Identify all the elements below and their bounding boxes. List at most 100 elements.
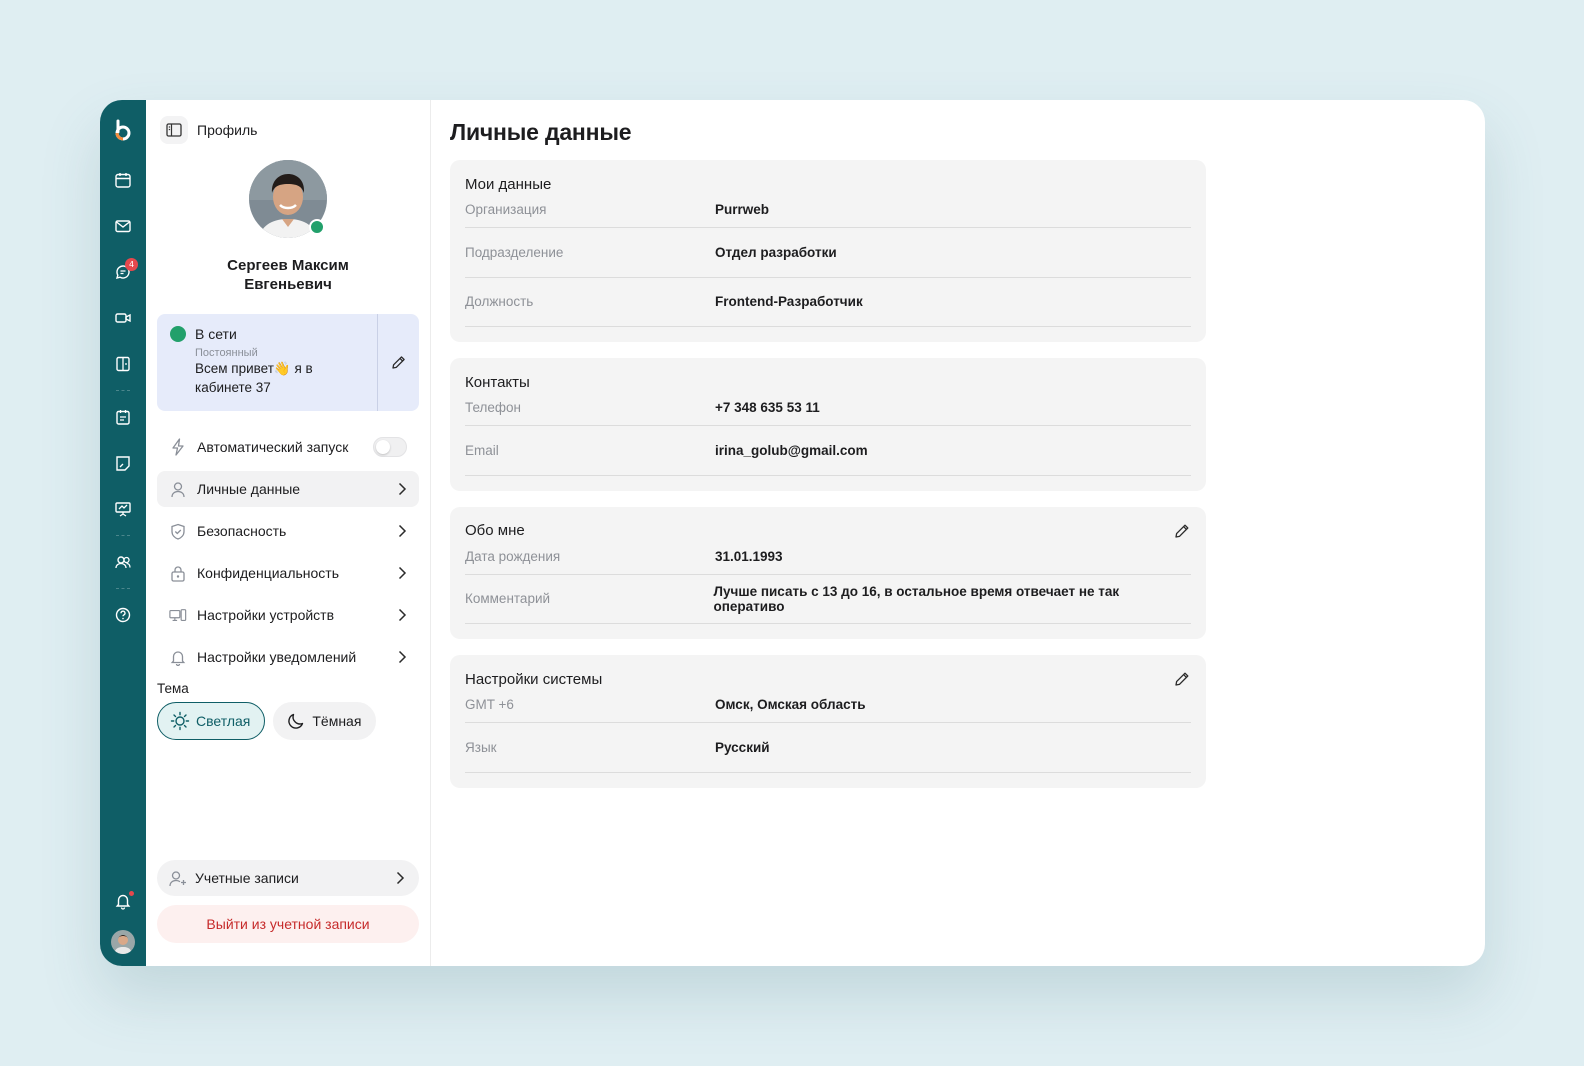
user-icon <box>169 480 187 498</box>
section-contacts: Контакты Телефон +7 348 635 53 11 Email … <box>450 358 1206 491</box>
sidebar-toggle-icon <box>166 123 182 137</box>
data-row: GMT +6 Омск, Омская область <box>465 689 1191 723</box>
section-my-data: Мои данные Организация Purrweb Подраздел… <box>450 160 1206 342</box>
menu-item-security[interactable]: Безопасность <box>157 513 419 549</box>
bell-icon <box>169 648 187 666</box>
app-logo[interactable] <box>110 117 136 143</box>
shield-icon <box>169 522 187 540</box>
field-label: Организация <box>465 202 547 217</box>
menu-item-label: Настройки устройств <box>197 607 335 623</box>
status-label: В сети <box>195 326 237 342</box>
rail-divider <box>116 535 130 536</box>
field-value: Purrweb <box>715 202 770 217</box>
menu-item-notification-settings[interactable]: Настройки уведомлений <box>157 639 419 675</box>
task-icon[interactable] <box>100 394 146 440</box>
theme-switcher: Светлая Тёмная <box>157 702 419 740</box>
profile-avatar[interactable] <box>249 160 327 238</box>
menu-item-label: Настройки уведомлений <box>197 649 357 665</box>
contacts-icon[interactable] <box>100 539 146 585</box>
accounts-label: Учетные записи <box>195 870 299 886</box>
moon-icon <box>288 713 304 729</box>
rail-divider <box>116 390 130 391</box>
app-rail: 4 <box>100 100 146 966</box>
field-value: irina_golub@gmail.com <box>715 442 868 458</box>
autostart-toggle[interactable] <box>373 437 407 457</box>
field-value: Омск, Омская область <box>715 697 866 712</box>
profile-panel: Профиль Сергеев Максим Евгеньевич В сети… <box>146 100 431 966</box>
theme-label: Тема <box>157 681 189 696</box>
theme-dark-button[interactable]: Тёмная <box>273 702 377 740</box>
field-label: GMT +6 <box>465 697 514 712</box>
rail-user-avatar[interactable] <box>111 930 135 954</box>
section-title: Мои данные <box>465 175 552 193</box>
field-label: Email <box>465 442 499 458</box>
notes-icon[interactable] <box>100 440 146 486</box>
video-icon[interactable] <box>100 295 146 341</box>
user-add-icon <box>169 869 187 887</box>
data-row: Организация Purrweb <box>465 194 1191 228</box>
edit-about-pencil-icon[interactable] <box>1173 522 1191 540</box>
app-window: 4 Профиль Сергеев Максим Евгеньевич В се… <box>100 100 1485 966</box>
status-type: Постоянный <box>195 347 258 359</box>
section-title: Настройки системы <box>465 670 603 688</box>
mail-icon[interactable] <box>100 203 146 249</box>
status-message: Всем привет👋 я в кабинете 37 <box>195 361 313 395</box>
status-indicator <box>170 326 186 342</box>
menu-item-autostart: Автоматический запуск <box>157 429 419 465</box>
lock-icon <box>169 564 187 582</box>
chevron-right-icon <box>396 871 405 885</box>
sun-icon <box>170 711 190 731</box>
field-label: Язык <box>465 739 497 755</box>
chevron-right-icon <box>398 650 407 664</box>
field-label: Комментарий <box>465 591 551 607</box>
section-about-me: Обо мне Дата рождения 31.01.1993 Коммент… <box>450 506 1206 639</box>
panel-title: Профиль <box>197 122 258 138</box>
chat-badge: 4 <box>125 258 138 271</box>
data-row: Телефон +7 348 635 53 11 <box>465 392 1191 426</box>
field-value: Отдел разработки <box>715 244 837 260</box>
field-label: Телефон <box>465 400 522 415</box>
status-card[interactable]: В сети Постоянный Всем привет👋 я в кабин… <box>157 314 419 411</box>
section-title: Контакты <box>465 373 530 391</box>
field-value: 31.01.1993 <box>715 548 783 564</box>
data-row: Язык Русский <box>465 723 1191 773</box>
menu-item-label: Безопасность <box>197 523 287 539</box>
chevron-right-icon <box>398 566 407 580</box>
chat-icon[interactable]: 4 <box>100 249 146 295</box>
field-value: +7 348 635 53 11 <box>715 400 820 415</box>
bolt-icon <box>169 438 187 456</box>
profile-menu: Автоматический запуск Личные данные Безо… <box>157 429 419 675</box>
logout-button[interactable]: Выйти из учетной записи <box>157 905 419 943</box>
menu-item-device-settings[interactable]: Настройки устройств <box>157 597 419 633</box>
field-value: Русский <box>715 739 770 755</box>
notifications-bell-icon[interactable] <box>100 878 146 924</box>
menu-item-personal-data[interactable]: Личные данные <box>157 471 419 507</box>
accounts-button[interactable]: Учетные записи <box>157 860 419 896</box>
edit-settings-pencil-icon[interactable] <box>1173 670 1191 688</box>
notification-dot <box>129 891 134 896</box>
presentation-icon[interactable] <box>100 486 146 532</box>
pencil-icon <box>392 356 405 369</box>
field-value: Лучше писать с 13 до 16, в остальное вре… <box>713 583 1120 614</box>
menu-item-label: Личные данные <box>197 481 301 497</box>
edit-status-button[interactable] <box>377 314 419 411</box>
help-icon[interactable] <box>100 592 146 638</box>
menu-item-label: Конфиденциальность <box>197 565 340 581</box>
menu-item-label: Автоматический запуск <box>197 439 349 455</box>
field-label: Подразделение <box>465 244 564 260</box>
section-title: Обо мне <box>465 522 525 539</box>
page-title: Личные данные <box>450 119 632 145</box>
data-row: Подразделение Отдел разработки <box>465 228 1191 278</box>
menu-item-privacy[interactable]: Конфиденциальность <box>157 555 419 591</box>
chevron-right-icon <box>398 608 407 622</box>
calendar-icon[interactable] <box>100 157 146 203</box>
chevron-right-icon <box>398 482 407 496</box>
online-status-dot <box>309 219 325 235</box>
theme-dark-label: Тёмная <box>312 713 362 729</box>
theme-light-button[interactable]: Светлая <box>157 702 266 740</box>
theme-light-label: Светлая <box>196 713 251 729</box>
profile-panel-header: Профиль <box>157 100 419 160</box>
document-icon[interactable] <box>100 341 146 387</box>
sidebar-toggle-button[interactable] <box>160 116 188 144</box>
devices-icon <box>169 606 187 624</box>
